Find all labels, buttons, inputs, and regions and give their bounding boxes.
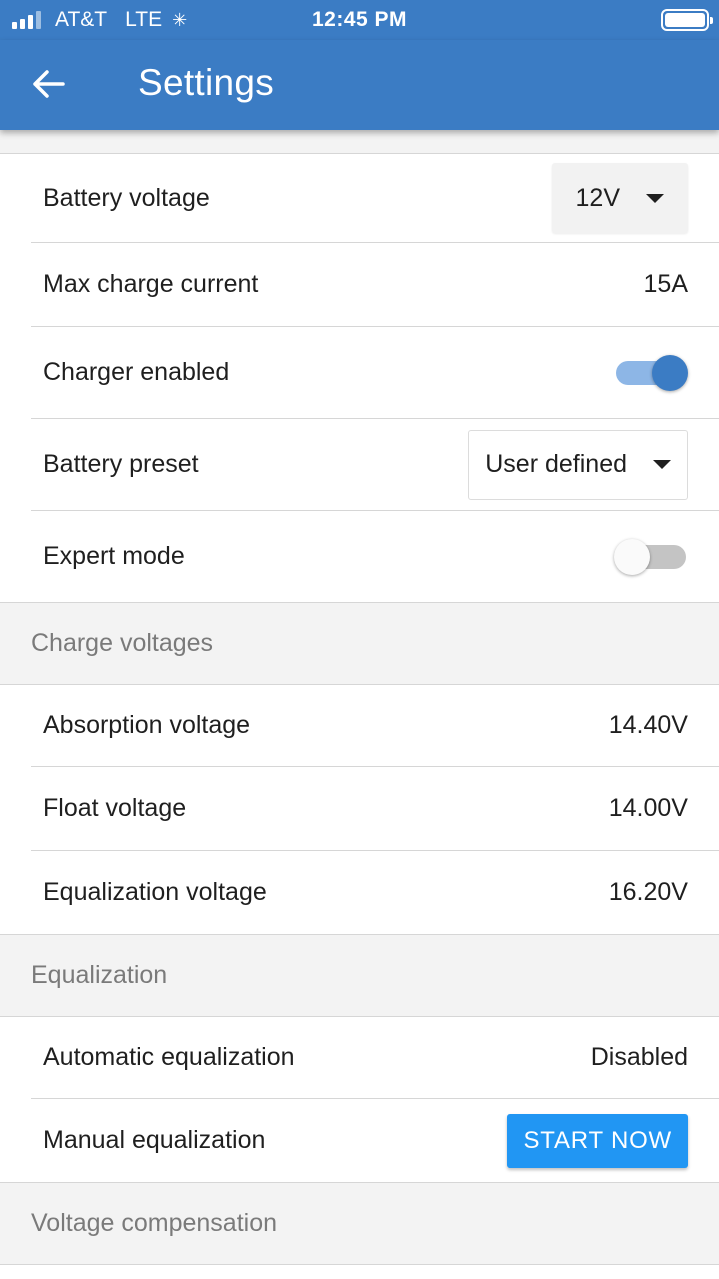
caret-down-icon (653, 460, 671, 469)
max-charge-current-row[interactable]: Max charge current 15A (31, 243, 719, 327)
automatic-equalization-value: Disabled (590, 1043, 688, 1071)
caret-down-icon (646, 193, 664, 203)
battery-voltage-dropdown[interactable]: 12V (551, 163, 688, 233)
float-voltage-row[interactable]: Float voltage 14.00V (31, 767, 719, 851)
status-bar: AT&T LTE ✳ 12:45 PM (0, 0, 719, 40)
battery-voltage-row: Battery voltage 12V (31, 154, 719, 243)
expert-mode-row: Expert mode (0, 511, 719, 603)
battery-preset-value: User defined (485, 450, 627, 478)
battery-preset-row: Battery preset User defined (31, 419, 719, 511)
max-charge-current-value: 15A (643, 270, 688, 298)
back-button[interactable] (24, 60, 72, 108)
float-voltage-label: Float voltage (43, 794, 187, 822)
battery-preset-dropdown[interactable]: User defined (468, 429, 688, 500)
automatic-equalization-row[interactable]: Automatic equalization Disabled (31, 1017, 719, 1099)
arrow-left-icon (33, 70, 65, 98)
absorption-voltage-row[interactable]: Absorption voltage 14.40V (31, 685, 719, 767)
start-now-button[interactable]: START NOW (507, 1113, 688, 1168)
battery-preset-label: Battery preset (43, 450, 199, 478)
battery-icon (661, 9, 713, 31)
manual-equalization-label: Manual equalization (43, 1126, 266, 1154)
toggle-knob (614, 538, 650, 575)
automatic-equalization-label: Automatic equalization (43, 1043, 295, 1071)
battery-voltage-value: 12V (575, 183, 620, 212)
section-header-charge-voltages: Charge voltages (0, 603, 719, 685)
absorption-voltage-value: 14.40V (608, 711, 688, 739)
equalization-voltage-label: Equalization voltage (43, 878, 267, 906)
equalization-voltage-value: 16.20V (608, 878, 688, 906)
expert-mode-label: Expert mode (43, 542, 185, 570)
list-top-spacer (0, 130, 719, 154)
manual-equalization-row: Manual equalization START NOW (0, 1099, 719, 1183)
charger-enabled-label: Charger enabled (43, 358, 230, 386)
equalization-voltage-row[interactable]: Equalization voltage 16.20V (0, 851, 719, 935)
charger-enabled-toggle[interactable] (614, 354, 688, 391)
charger-enabled-row: Charger enabled (31, 327, 719, 419)
settings-list[interactable]: Battery voltage 12V Max charge current 1… (0, 130, 719, 1279)
absorption-voltage-label: Absorption voltage (43, 711, 251, 739)
app-bar: Settings (0, 40, 719, 130)
max-charge-current-label: Max charge current (43, 270, 259, 298)
expert-mode-toggle[interactable] (614, 538, 688, 575)
status-time: 12:45 PM (311, 8, 408, 31)
section-header-equalization: Equalization (0, 935, 719, 1017)
battery-voltage-label: Battery voltage (43, 183, 210, 212)
toggle-knob (652, 354, 688, 391)
section-header-voltage-compensation: Voltage compensation (0, 1183, 719, 1265)
page-title: Settings (138, 62, 275, 103)
float-voltage-value: 14.00V (608, 794, 688, 822)
